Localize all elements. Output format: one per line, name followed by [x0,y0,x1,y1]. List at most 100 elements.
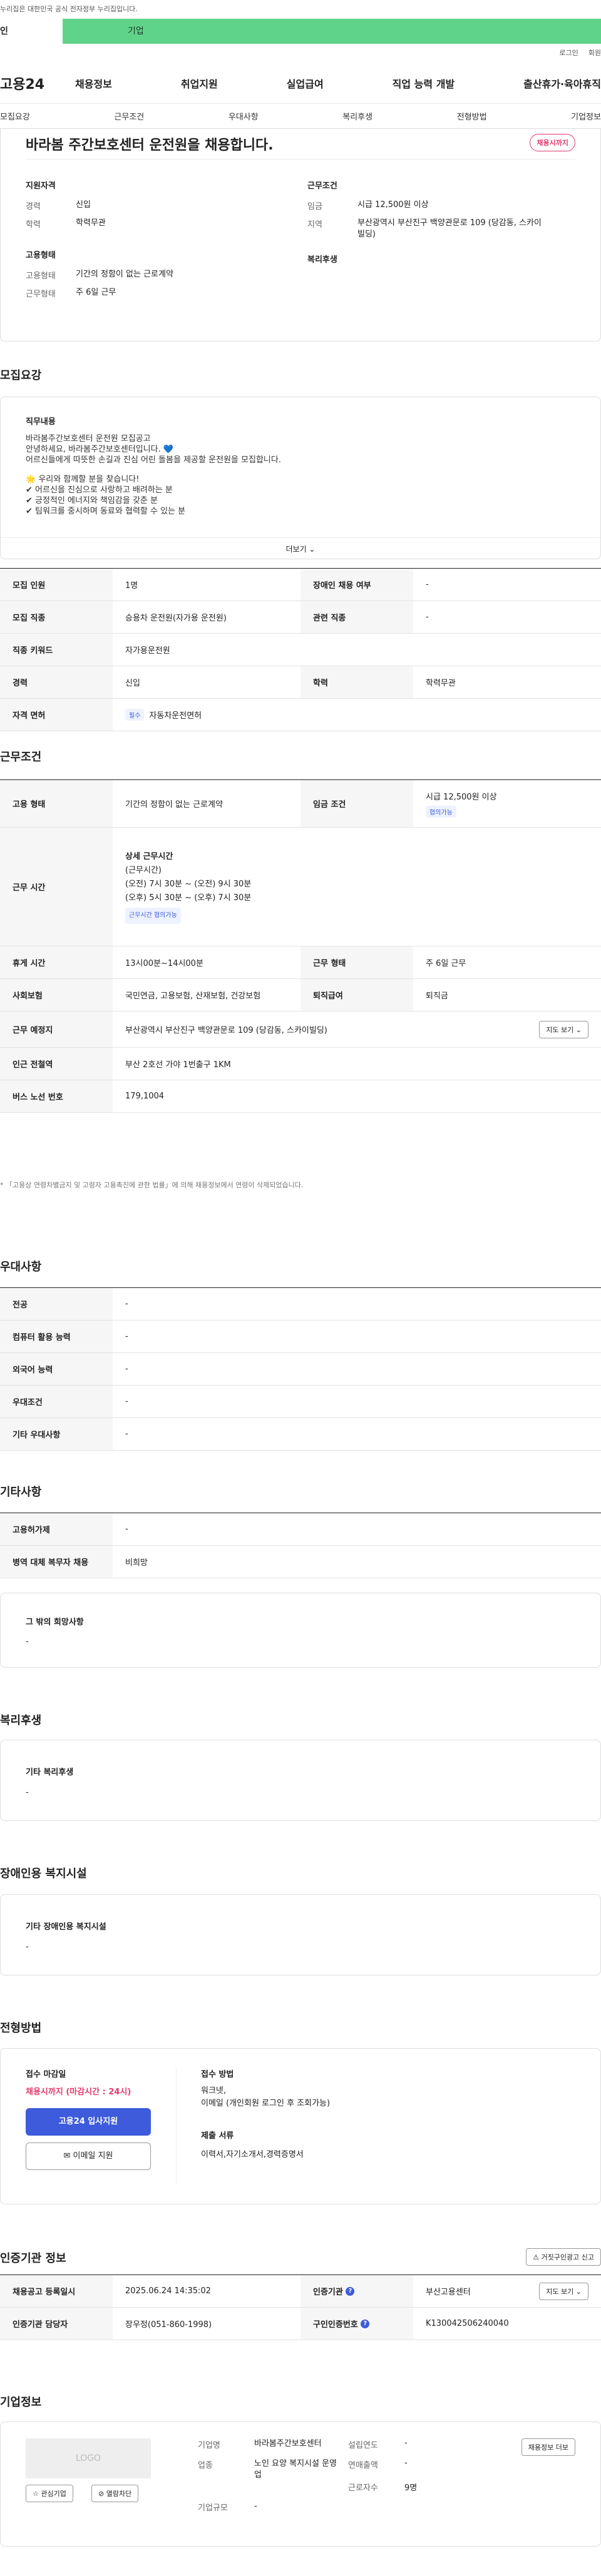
duty-line: 바라봄주간보호센터 운전원 모집공고 [26,434,151,444]
more-button[interactable]: 더보기 ⌄ [1,537,600,560]
time-line: (근무시간) [125,865,162,875]
company-jobs-button[interactable]: 채용정보 더보 [521,2438,575,2456]
condition-heading: 근무조건 [307,181,337,191]
duty-text: 바라봄주간보호센터 운전원 모집공고 안녕하세요, 바라봄주간보호센터입니다. 💙… [26,434,281,517]
info-row: 학력 학력무관 [26,218,106,230]
section-title-prefer: 우대사항 [0,1260,42,1274]
tab-business[interactable]: 기업 [63,19,601,44]
status-badge: 채용시까지 [530,134,575,151]
duty-line: 어르신들에게 따뜻한 손길과 진심 어린 돌봄을 제공할 운전원을 모집합니다. [26,455,281,465]
table-row: 인증기관 담당자 장우정(051-860-1998) 구인인증번호 ? K1300… [0,2308,601,2340]
table-row: 병역 대체 복무자 채용 비희망 [0,1546,601,1578]
company-box: LOGO ☆ 관심기업 ⊘ 열람차단 기업명 바라봄주간보호센터 설립연도 - 업종 노인… [0,2421,601,2547]
deadline-text: 채용시까지 (마감시간 : 24시) [26,2087,131,2097]
cert-table: 채용공고 등록일시 2025.06.24 14:35:02 인증기관 ? 부산고용… [0,2274,601,2340]
job-summary-card: 바라봄 주간보호센터 운전원을 채용합니다. 채용시까지 지원자격 경력 신입학력… [0,129,601,342]
info-row: 임금 시급 12,500원 이상 [307,200,429,211]
table-row: 채용공고 등록일시 2025.06.24 14:35:02 인증기관 ? 부산고용… [0,2275,601,2308]
duty-line: 안녕하세요, 바라봄주간보호센터입니다. 💙 [26,445,174,454]
method-line: 워크넷, [201,2086,227,2096]
qualification-block: 지원자격 경력 신입학력 학력무관 고용형태 고용형태 기간의 정함이 없는 근로계약… [26,179,264,305]
table-row: 우대조건 - [0,1386,601,1418]
info-icon[interactable]: ? [346,2286,355,2296]
qualification-heading: 지원자격 [26,181,56,191]
company-logo: LOGO [26,2438,151,2478]
info-row: 경력 신입 [26,200,91,211]
welfare-heading: 복리후생 [307,255,337,265]
job-title: 바라봄 주간보호센터 운전원을 채용합니다. [26,138,274,153]
section-title-conditions: 근무조건 [0,751,42,764]
table-row: 휴게 시간 13시00분~14시00분 근무 형태 주 6일 근무 [0,946,601,979]
table-row: 근무 시간 상세 근무시간 (근무시간) (오전) 7시 30분 ~ (오전) 9시… [0,828,601,946]
table-row: 고용허가제 - [0,1513,601,1546]
info-icon[interactable]: ? [361,2319,370,2328]
duty-label: 직무내용 [26,417,56,427]
table-row: 근무 예정지 부산광역시 부산진구 백양관문로 109 (당감동, 스카이빌딩)… [0,1012,601,1048]
condition-block: 근무조건 임금 시급 12,500원 이상지역 부산광역시 부산진구 백양관문로 1… [307,179,545,273]
section-title-welfare: 복리후생 [0,1714,42,1727]
etc-table: 고용허가제 - 병역 대체 복무자 채용 비희망 [0,1513,601,1578]
gnb-item-1[interactable]: 취업지원 [181,76,218,91]
table-row: 모집 인원 1명 장애인 채용 여부 - [0,569,601,601]
email-apply-button[interactable]: ✉ 이메일 지원 [26,2142,151,2170]
section-title-disability: 장애인용 복지시설 [0,1867,87,1880]
table-row: 컴퓨터 활용 능력 - [0,1321,601,1353]
welfare-box: 기타 복리후생 - [0,1740,601,1821]
site-logo[interactable]: 고용24 [0,73,75,93]
login-link[interactable]: 로그인 [559,49,578,57]
table-row: 전공 - [0,1288,601,1321]
info-row: 고용형태 기간의 정함이 없는 근로계약 [26,270,173,281]
anchor-tab-2[interactable]: 우대사항 [229,110,259,122]
negotiable-badge: 협의가능 [426,805,456,818]
time-line: 상세 근무시간 [125,851,173,861]
method-line: 이메일 (개인회원 로그인 후 조회가능) [201,2099,331,2108]
table-row: 외국어 능력 - [0,1353,601,1386]
section-title-recruit: 모집요강 [0,369,42,382]
gnb-item-0[interactable]: 채용정보 [75,76,112,91]
age-note: * 「고용상 연령차별금지 및 고령자 고용촉진에 관한 법률」에 의해 채용정… [0,1181,304,1189]
table-row: 고용 형태 기간의 정함이 없는 근로계약 임금 조건 시급 12,500원 이… [0,780,601,828]
user-type-tabs: 인 기업 [0,19,601,44]
tab-person[interactable]: 인 [0,19,63,44]
company-info-row: 업종 노인 요양 복지시설 운영업 연매출액 - [198,2458,408,2480]
company-info-row: 기업규모 - [198,2502,257,2513]
anchor-nav: 모집요강 근무조건 우대사항 복리후생 전형방법 기업정보 [0,104,601,129]
duty-line: 🌟 우리와 함께할 분을 찾습니다! [26,475,140,484]
section-title-process: 전형방법 [0,2022,42,2035]
interest-company-button[interactable]: ☆ 관심기업 [26,2485,73,2502]
divider [26,159,575,160]
gnb-item-4[interactable]: 출산휴가·육아휴직 [523,76,601,91]
gov-notice-text: 누리집은 대한민국 공식 전자정부 누리집입니다. [0,5,138,13]
table-row: 기타 우대사항 - [0,1418,601,1451]
prefer-table: 전공 - 컴퓨터 활용 능력 - 외국어 능력 - 우대조건 - 기타 우대사항 - [0,1287,601,1451]
table-row: 모집 직종 승용차 운전원(자가용 운전원) 관련 직종 - [0,601,601,634]
employment-heading: 고용형태 [26,251,56,260]
gnb-menu: 채용정보 취업지원 실업급여 직업 능력 개발 출산휴가·육아휴직 [75,76,601,91]
time-line: (오후) 5시 30분 ~ (오후) 7시 30분 [125,893,252,903]
report-button[interactable]: ⚠ 거짓구인광고 신고 [526,2248,601,2266]
anchor-tab-0[interactable]: 모집요강 [0,110,30,122]
anchor-tab-5[interactable]: 기업정보 [571,110,601,122]
anchor-tab-4[interactable]: 전형방법 [457,110,487,122]
table-row: 경력 신입 학력 학력무관 [0,666,601,699]
gov-notice-bar: 누리집은 대한민국 공식 전자정부 누리집입니다. [0,0,601,19]
duty-box: 직무내용 바라봄주간보호센터 운전원 모집공고 안녕하세요, 바라봄주간보호센터입… [0,397,601,559]
map-button[interactable]: 지도 보기 ⌄ [539,2282,588,2300]
duty-line: ✔ 팀워크를 중시하며 동료와 협력할 수 있는 분 [26,507,186,516]
gnb-item-2[interactable]: 실업급여 [287,76,324,91]
table-row: 버스 노선 번호 179,1004 [0,1080,601,1113]
block-view-button[interactable]: ⊘ 열람차단 [91,2485,139,2502]
company-info-row: 근로자수 9명 [348,2483,418,2493]
join-link[interactable]: 회원 [588,49,601,57]
duty-line [26,465,281,474]
anchor-tab-1[interactable]: 근무조건 [114,110,144,122]
disability-box: 기타 장애인용 복지시설 - [0,1894,601,1975]
info-row: 지역 부산광역시 부산진구 백양관문로 109 (당감동, 스카이빌딩) [307,218,542,239]
divider [176,2067,177,2185]
anchor-tab-3[interactable]: 복리후생 [342,110,372,122]
apply-button[interactable]: 고용24 입사지원 [26,2108,151,2136]
company-info-row: 기업명 바라봄주간보호센터 설립연도 - [198,2438,408,2450]
section-title-company: 기업정보 [0,2396,42,2409]
map-button[interactable]: 지도 보기 ⌄ [539,1020,588,1038]
gnb-item-3[interactable]: 직업 능력 개발 [393,76,455,91]
